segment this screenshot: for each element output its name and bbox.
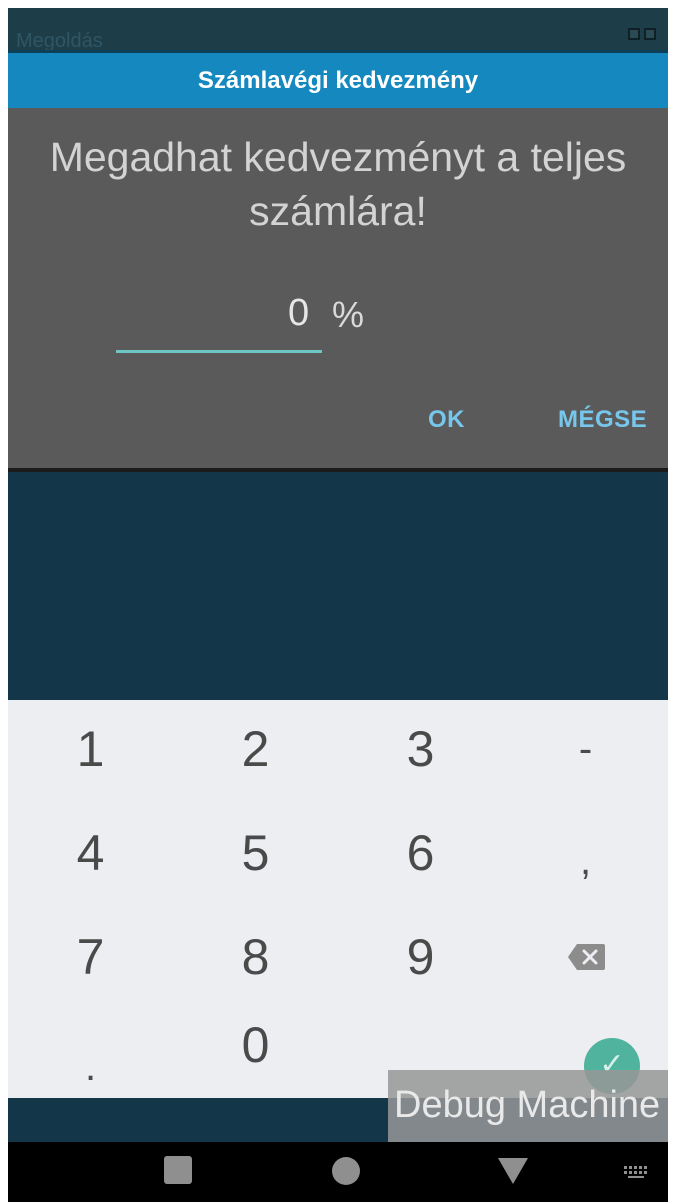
input-underline [116, 350, 322, 353]
navigation-bar [8, 1142, 668, 1202]
key-5[interactable]: 5 [173, 804, 338, 902]
key-4[interactable]: 4 [8, 804, 173, 902]
key-6[interactable]: 6 [338, 804, 503, 902]
recents-icon[interactable] [164, 1156, 192, 1184]
key-minus[interactable]: - [503, 700, 668, 798]
status-strip: Megoldás [8, 8, 668, 52]
cancel-button[interactable]: MÉGSE [558, 406, 647, 434]
key-0[interactable]: 0 [173, 996, 338, 1094]
backspace-icon [567, 944, 605, 970]
home-icon[interactable] [332, 1157, 360, 1185]
discount-dialog: Számlavégi kedvezmény Megadhat kedvezmén… [8, 50, 668, 472]
numeric-keypad: 1 2 3 - 4 5 6 , 7 8 9 . 0 [8, 700, 668, 1098]
key-7[interactable]: 7 [8, 908, 173, 1006]
dialog-message: Megadhat kedvezményt a teljes számlára! [49, 134, 627, 234]
key-comma[interactable]: , [503, 812, 668, 910]
keyboard-icon[interactable] [624, 1166, 650, 1178]
window-icon [644, 28, 656, 40]
backspace-key[interactable] [503, 908, 668, 1006]
key-1[interactable]: 1 [8, 700, 173, 798]
key-2[interactable]: 2 [173, 700, 338, 798]
window-icon [628, 28, 640, 40]
app-screen: Megoldás Számlavégi kedvezmény Megadhat … [8, 8, 668, 1202]
back-icon[interactable] [498, 1158, 528, 1184]
debug-overlay: Debug Machine [388, 1070, 668, 1142]
key-3[interactable]: 3 [338, 700, 503, 798]
debug-label: Debug Machine [394, 1084, 661, 1126]
discount-input[interactable]: 0 [288, 292, 309, 335]
key-decimal[interactable]: . [8, 1018, 173, 1116]
dialog-title: Számlavégi kedvezmény [197, 67, 479, 94]
ok-button[interactable]: OK [428, 406, 465, 434]
percent-unit: % [332, 294, 365, 335]
key-8[interactable]: 8 [173, 908, 338, 1006]
dialog-header: Számlavégi kedvezmény [8, 50, 668, 108]
key-9[interactable]: 9 [338, 908, 503, 1006]
